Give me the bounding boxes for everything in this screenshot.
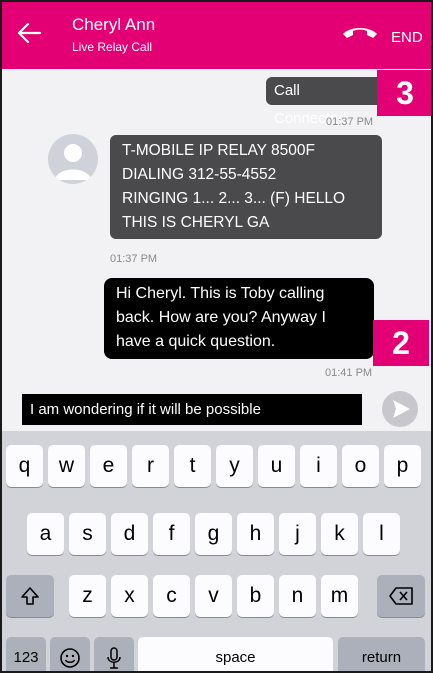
key-l[interactable]: l — [363, 513, 400, 555]
backspace-key[interactable] — [377, 575, 425, 617]
key-i[interactable]: i — [300, 445, 337, 487]
message-bubble-outgoing: Hi Cheryl. This is Toby calling back. Ho… — [104, 278, 374, 359]
message-line: T-MOBILE IP RELAY 8500F — [122, 142, 315, 159]
end-call-button[interactable]: END — [391, 29, 423, 46]
key-c[interactable]: c — [153, 575, 190, 617]
key-j[interactable]: j — [279, 513, 316, 555]
avatar — [48, 134, 98, 184]
message-bubble-outgoing: Call Connected. — [266, 77, 386, 127]
on-screen-keyboard: q w e r t y u i o p a s d f g h j k l z … — [2, 431, 431, 671]
send-arrow-icon — [393, 400, 410, 418]
key-p[interactable]: p — [384, 445, 421, 487]
key-f[interactable]: f — [153, 513, 190, 555]
composer: I am wondering if it will be possible — [2, 389, 431, 431]
message-timestamp: 01:37 PM — [326, 116, 374, 128]
key-a[interactable]: a — [27, 513, 64, 555]
back-arrow-icon[interactable] — [16, 20, 46, 50]
message-line: RINGING 1... 2... 3... (F) HELLO — [122, 190, 346, 207]
message-line: have a quick question. — [116, 333, 276, 350]
callout-marker-3: 3 — [377, 70, 431, 116]
key-y[interactable]: y — [216, 445, 253, 487]
key-q[interactable]: q — [6, 445, 43, 487]
message-line: THIS IS CHERYL GA — [122, 214, 270, 231]
key-h[interactable]: h — [237, 513, 274, 555]
key-d[interactable]: d — [111, 513, 148, 555]
message-line: Hi Cheryl. This is Toby calling — [116, 285, 325, 302]
microphone-icon — [107, 647, 121, 670]
conversation: Call Connected. 01:37 PM T-MOBILE IP REL… — [2, 69, 431, 389]
shift-icon — [21, 587, 39, 606]
key-e[interactable]: e — [90, 445, 127, 487]
message-timestamp: 01:41 PM — [325, 367, 373, 379]
return-key[interactable]: return — [338, 637, 425, 671]
key-n[interactable]: n — [279, 575, 316, 617]
key-w[interactable]: w — [48, 445, 85, 487]
key-t[interactable]: t — [174, 445, 211, 487]
shift-key[interactable] — [6, 575, 54, 617]
message-line: back. How are you? Anyway I — [116, 309, 326, 326]
key-s[interactable]: s — [69, 513, 106, 555]
callout-marker-2: 2 — [373, 320, 429, 366]
key-z[interactable]: z — [69, 575, 106, 617]
key-b[interactable]: b — [237, 575, 274, 617]
phone-screen: Cheryl Ann Live Relay Call END Call Conn… — [0, 0, 433, 673]
contact-name: Cheryl Ann — [72, 15, 156, 34]
call-type-label: Live Relay Call — [72, 40, 153, 54]
numbers-key[interactable]: 123 — [6, 637, 46, 671]
key-v[interactable]: v — [195, 575, 232, 617]
send-button[interactable] — [382, 391, 418, 427]
message-timestamp: 01:37 PM — [110, 253, 158, 265]
key-g[interactable]: g — [195, 513, 232, 555]
space-key[interactable]: space — [138, 637, 333, 671]
emoji-icon — [60, 648, 80, 669]
message-bubble-incoming: T-MOBILE IP RELAY 8500F DIALING 312-55-4… — [110, 135, 382, 239]
backspace-icon — [389, 587, 413, 606]
key-o[interactable]: o — [342, 445, 379, 487]
key-u[interactable]: u — [258, 445, 295, 487]
key-m[interactable]: m — [321, 575, 358, 617]
emoji-key[interactable] — [50, 637, 90, 671]
call-header: Cheryl Ann Live Relay Call END — [2, 2, 431, 69]
key-r[interactable]: r — [132, 445, 169, 487]
message-input[interactable]: I am wondering if it will be possible — [22, 394, 362, 425]
message-line: DIALING 312-55-4552 — [122, 166, 277, 183]
key-k[interactable]: k — [321, 513, 358, 555]
hang-up-icon[interactable] — [340, 24, 380, 46]
microphone-key[interactable] — [94, 637, 134, 671]
key-x[interactable]: x — [111, 575, 148, 617]
